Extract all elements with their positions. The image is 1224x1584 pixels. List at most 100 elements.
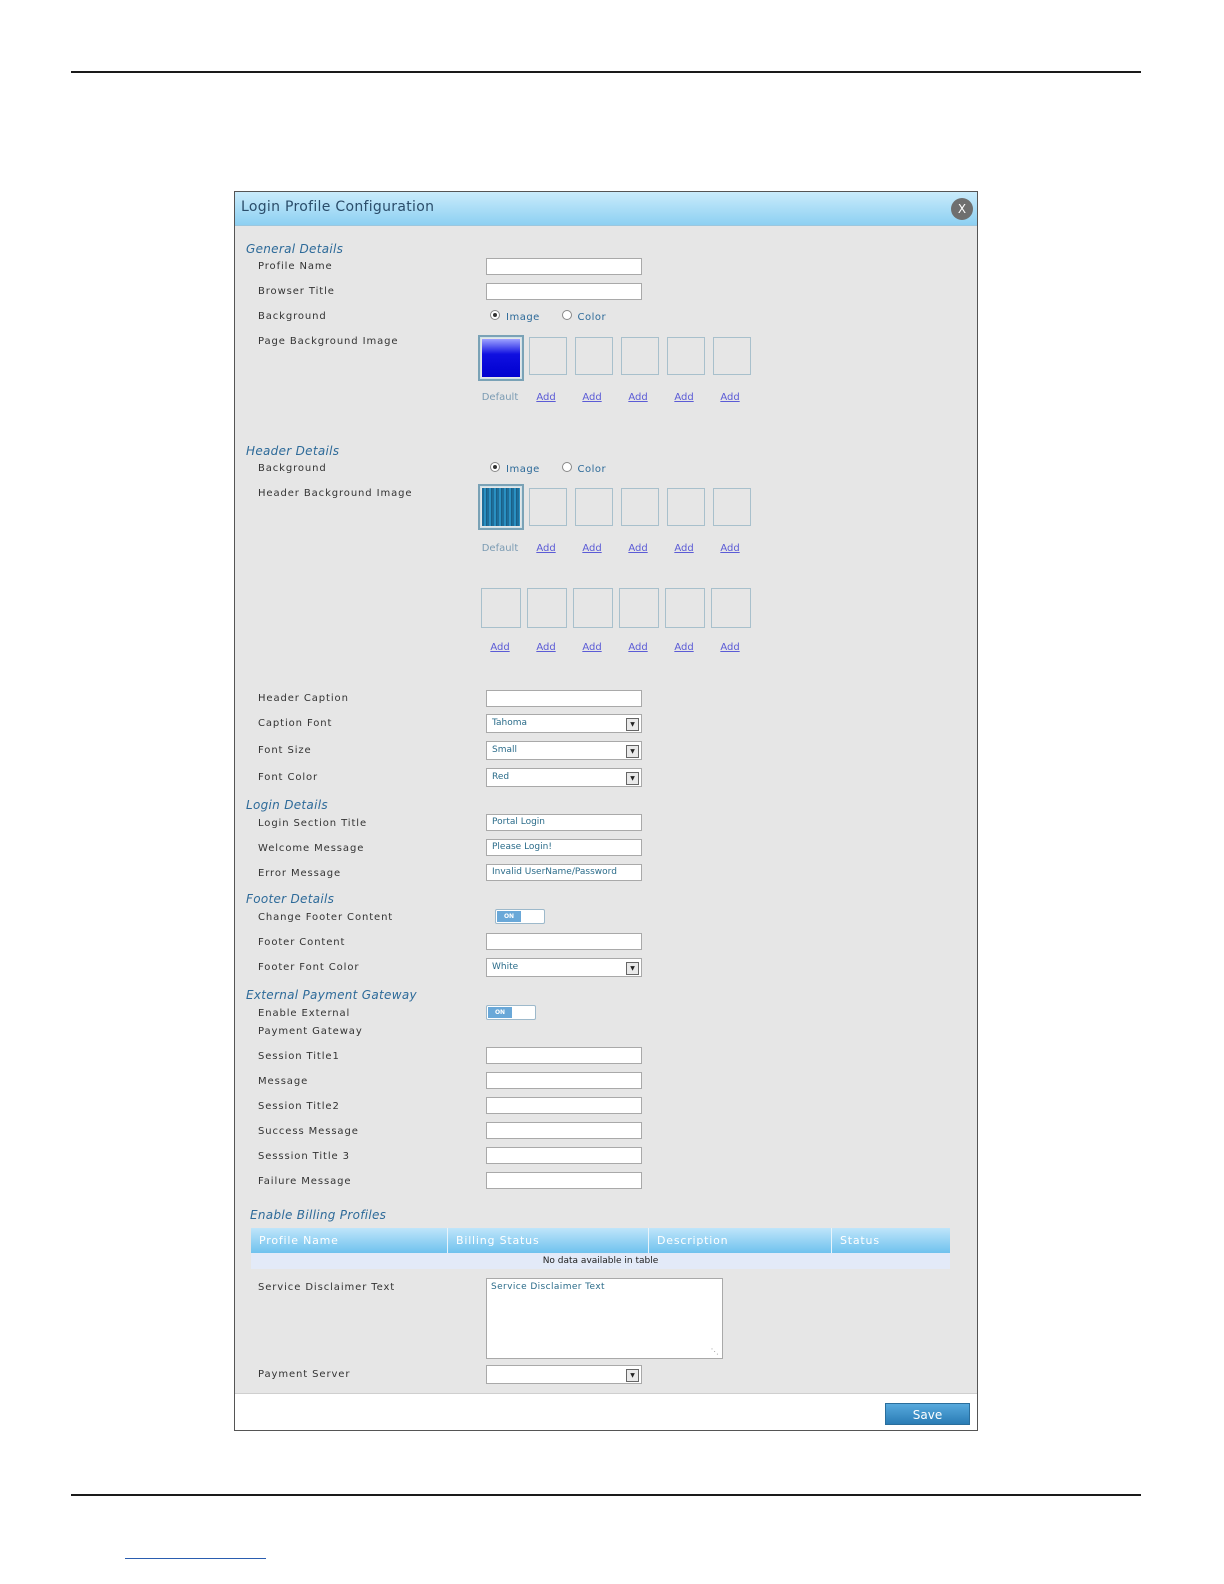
enable-external-label: Enable External	[258, 1008, 351, 1019]
default-caption: Default	[481, 392, 519, 403]
success-message-label: Success Message	[258, 1126, 359, 1137]
close-button[interactable]: X	[951, 198, 973, 220]
background-label: Background	[258, 311, 327, 322]
save-button[interactable]: Save	[885, 1403, 970, 1425]
background-radio-group: Image Color	[490, 310, 624, 323]
message-input[interactable]	[486, 1072, 642, 1089]
session-title2-input[interactable]	[486, 1097, 642, 1114]
header-background-label: Background	[258, 463, 327, 474]
header-bg-thumb-slot[interactable]	[575, 488, 613, 526]
font-color-label: Font Color	[258, 772, 319, 783]
font-size-label: Font Size	[258, 745, 312, 756]
page-bg-thumb-slot[interactable]	[621, 337, 659, 375]
font-color-select[interactable]: Red ▼	[486, 768, 642, 787]
browser-title-input[interactable]	[486, 283, 642, 300]
add-link[interactable]: Add	[523, 642, 569, 653]
add-link[interactable]: Add	[661, 642, 707, 653]
session-title2-label: Session Title2	[258, 1101, 340, 1112]
add-link[interactable]: Add	[477, 642, 523, 653]
login-section-title-input[interactable]: Portal Login	[486, 814, 642, 831]
add-link[interactable]: Add	[661, 543, 707, 554]
header-bg-thumb-slot[interactable]	[711, 588, 751, 628]
profile-name-input[interactable]	[486, 258, 642, 275]
font-size-select[interactable]: Small ▼	[486, 741, 642, 760]
chevron-down-icon[interactable]: ▼	[626, 718, 639, 731]
add-link[interactable]: Add	[523, 392, 569, 403]
header-bg-thumb-slot[interactable]	[665, 588, 705, 628]
footer-font-color-value: White	[492, 962, 519, 972]
default-header-image	[482, 488, 520, 526]
page-bg-thumb-slot[interactable]	[575, 337, 613, 375]
failure-message-input[interactable]	[486, 1172, 642, 1189]
error-message-input[interactable]: Invalid UserName/Password	[486, 864, 642, 881]
profile-name-label: Profile Name	[258, 261, 333, 272]
radio-image-label: Image	[506, 464, 540, 475]
failure-message-label: Failure Message	[258, 1176, 352, 1187]
add-link[interactable]: Add	[661, 392, 707, 403]
session-title3-label: Sesssion Title 3	[258, 1151, 350, 1162]
header-bg-thumb-default[interactable]	[478, 484, 524, 530]
welcome-message-input[interactable]: Please Login!	[486, 839, 642, 856]
change-footer-toggle[interactable]: ON	[495, 909, 545, 924]
add-link[interactable]: Add	[615, 392, 661, 403]
footer-content-input[interactable]	[486, 933, 642, 950]
header-bg-thumb-slot[interactable]	[621, 488, 659, 526]
header-image-radio[interactable]	[490, 462, 500, 472]
footer-font-color-label: Footer Font Color	[258, 962, 360, 973]
add-link[interactable]: Add	[707, 543, 753, 554]
table-empty-message: No data available in table	[251, 1253, 950, 1269]
header-bg-thumb-slot[interactable]	[619, 588, 659, 628]
chevron-down-icon[interactable]: ▼	[626, 772, 639, 785]
session-title3-input[interactable]	[486, 1147, 642, 1164]
add-link[interactable]: Add	[707, 392, 753, 403]
session-title1-input[interactable]	[486, 1047, 642, 1064]
background-image-radio[interactable]	[490, 310, 500, 320]
header-bg-thumb-slot[interactable]	[573, 588, 613, 628]
message-label: Message	[258, 1076, 309, 1087]
add-link[interactable]: Add	[615, 543, 661, 554]
page-bg-thumb-slot[interactable]	[713, 337, 751, 375]
column-header-description[interactable]: Description	[649, 1228, 832, 1253]
page-bg-thumb-slot[interactable]	[667, 337, 705, 375]
chevron-down-icon[interactable]: ▼	[626, 745, 639, 758]
chevron-down-icon[interactable]: ▼	[626, 1369, 639, 1382]
page-bg-thumb-slot[interactable]	[529, 337, 567, 375]
add-link[interactable]: Add	[615, 642, 661, 653]
add-link[interactable]: Add	[569, 392, 615, 403]
column-header-status[interactable]: Status	[832, 1228, 950, 1253]
toggle-on-label: ON	[488, 1007, 512, 1018]
toggle-on-label: ON	[497, 911, 521, 922]
service-disclaimer-textarea[interactable]: Service Disclaimer Text ⋱	[486, 1278, 723, 1359]
add-link[interactable]: Add	[707, 642, 753, 653]
header-details-heading: Header Details	[246, 444, 340, 458]
enable-external-payment-toggle[interactable]: ON	[486, 1005, 536, 1020]
billing-profiles-heading: Enable Billing Profiles	[250, 1208, 387, 1222]
header-caption-input[interactable]	[486, 690, 642, 707]
header-bg-thumb-slot[interactable]	[713, 488, 751, 526]
welcome-message-label: Welcome Message	[258, 843, 365, 854]
login-profile-dialog: Login Profile Configuration X General De…	[234, 191, 978, 1431]
column-header-profile-name[interactable]: Profile Name	[251, 1228, 448, 1253]
header-color-radio[interactable]	[561, 462, 572, 472]
background-color-radio[interactable]	[561, 310, 572, 320]
add-link[interactable]: Add	[569, 642, 615, 653]
header-bg-thumb-slot[interactable]	[529, 488, 567, 526]
footer-font-color-select[interactable]: White ▼	[486, 958, 642, 977]
header-bg-thumb-slot[interactable]	[527, 588, 567, 628]
resize-grip-icon[interactable]: ⋱	[711, 1347, 719, 1356]
browser-title-label: Browser Title	[258, 286, 335, 297]
add-link[interactable]: Add	[523, 543, 569, 554]
header-bg-thumb-slot[interactable]	[667, 488, 705, 526]
payment-server-select[interactable]: ▼	[486, 1365, 642, 1384]
caption-font-select[interactable]: Tahoma ▼	[486, 714, 642, 733]
add-link[interactable]: Add	[569, 543, 615, 554]
error-message-label: Error Message	[258, 868, 342, 879]
success-message-input[interactable]	[486, 1122, 642, 1139]
footer-details-heading: Footer Details	[246, 892, 335, 906]
chevron-down-icon[interactable]: ▼	[626, 962, 639, 975]
footer-link-underline	[125, 1558, 266, 1559]
column-header-billing-status[interactable]: Billing Status	[448, 1228, 649, 1253]
header-bg-thumb-slot[interactable]	[481, 588, 521, 628]
page-background-image-label: Page Background Image	[258, 336, 399, 347]
page-bg-thumb-default[interactable]	[478, 335, 524, 381]
